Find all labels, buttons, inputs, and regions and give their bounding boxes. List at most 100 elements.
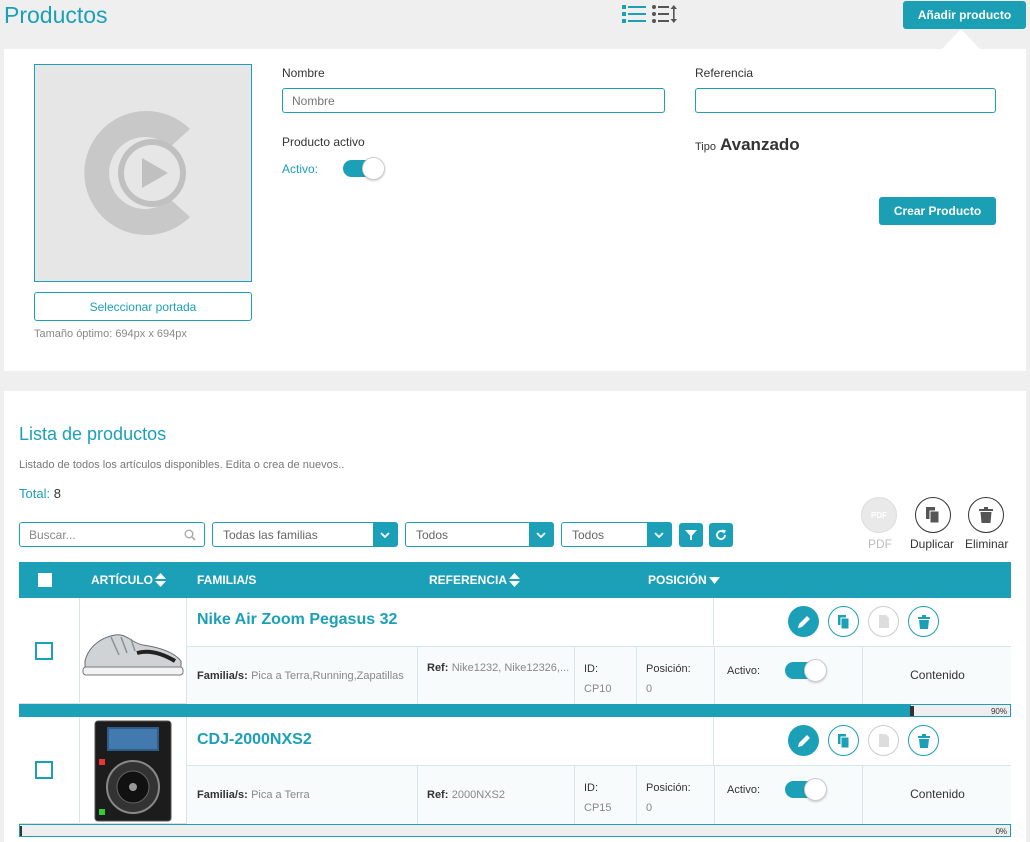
row-actions [713,717,1011,765]
progress-percent: 0% [995,827,1007,836]
total-count: Total: 8 [19,486,61,501]
type-value: Avanzado [720,135,800,154]
sort-view-icon[interactable] [652,4,678,27]
search-input[interactable]: Buscar... [19,522,205,547]
edit-button[interactable] [788,606,819,637]
cover-image[interactable] [34,64,252,282]
duplicate-icon [837,733,849,748]
document-icon [878,615,889,628]
content-button[interactable]: Contenido [863,668,1012,682]
duplicate-icon [926,507,940,523]
name-label: Nombre [282,66,325,80]
position-info: Posición: 0 [646,663,691,695]
select-all-checkbox[interactable] [36,571,54,589]
progress-bar: 0% [19,824,1011,837]
row-active-toggle[interactable] [785,778,827,801]
chevron-down-icon [529,523,553,546]
product-name-cell: Nike Air Zoom Pegasus 32 [186,598,713,646]
family-info: Familia/s: Pica a Terra,Running,Zapatill… [197,670,404,682]
cover-size-hint: Tamaño óptimo: 694px x 694px [34,328,187,340]
duplicate-icon [837,614,849,629]
pdf-icon: PDF [871,510,887,520]
refresh-button[interactable] [709,523,733,547]
shoe-image [82,634,184,676]
pdf-row-button[interactable] [868,725,899,756]
duplicate-button[interactable] [915,497,951,533]
create-product-button[interactable]: Crear Producto [879,197,996,225]
table-header: ARTÍCULO FAMILIA/S REFERENCIA POSICIÓN [19,562,1011,598]
page-title: Productos [4,2,108,28]
list-subtitle: Listado de todos los artículos disponibl… [19,459,345,471]
filter-icon [685,530,697,540]
product-thumbnail[interactable] [79,598,186,704]
search-icon [184,529,196,541]
row-checkbox[interactable] [35,642,53,660]
delete-row-button[interactable] [908,606,939,637]
duplicate-label: Duplicar [910,537,955,551]
edit-button[interactable] [788,725,819,756]
pdf-row-button[interactable] [868,606,899,637]
column-familia: FAMILIA/S [197,573,257,587]
list-view-icon[interactable] [622,4,646,27]
row-active-toggle[interactable] [785,659,827,682]
sort-icon [155,573,166,587]
view-toggle [622,4,678,27]
status-filter-select[interactable]: Todos [405,522,554,547]
table-row: Nike Air Zoom Pegasus 32 Familia/s: Pica… [19,598,1012,705]
type-label: Tipo [695,141,716,153]
active-toggle[interactable] [343,157,385,180]
product-details: Familia/s: Pica a Terra Ref: 2000NXS2 ID… [186,765,1012,825]
row-checkbox[interactable] [35,761,53,779]
dj-controller-image [94,720,172,821]
product-name[interactable]: CDJ-2000NXS2 [197,731,312,749]
pdf-label: PDF [868,537,892,551]
table-row: CDJ-2000NXS2 Familia/s: Pica a Terra Ref… [19,717,1012,825]
column-articulo[interactable]: ARTÍCULO [91,573,166,587]
column-posicion[interactable]: POSICIÓN [648,573,720,587]
select-cover-button[interactable]: Seleccionar portada [34,292,252,321]
product-name[interactable]: Nike Air Zoom Pegasus 32 [197,611,397,629]
duplicate-row-button[interactable] [828,725,859,756]
product-thumbnail[interactable] [79,717,186,824]
document-icon [878,734,889,747]
id-info: ID: CP10 [584,663,612,695]
reference-input[interactable] [695,88,996,113]
reference-label: Referencia [695,66,754,80]
column-referencia[interactable]: REFERENCIA [429,573,521,587]
delete-button[interactable] [968,497,1004,533]
add-product-button[interactable]: Añadir producto [903,1,1026,29]
trash-icon [917,614,930,629]
type-field: Tipo Avanzado [695,135,800,155]
family-info: Familia/s: Pica a Terra [197,789,310,801]
list-title: Lista de productos [19,424,167,444]
refresh-icon [716,529,726,540]
delete-label: Eliminar [965,537,1009,551]
pencil-icon [797,615,810,628]
row-active-label: Activo: [727,784,761,796]
active-product-label: Producto activo [282,135,365,149]
row-active-label: Activo: [727,665,761,677]
trash-icon [979,507,993,523]
duplicate-row-button[interactable] [828,606,859,637]
dropdown-caret [942,29,980,49]
sort-down-icon [708,576,720,584]
family-filter-select[interactable]: Todas las familias [212,522,398,547]
placeholder-logo-icon [84,111,190,235]
type-filter-select[interactable]: Todos [561,522,672,547]
pdf-button[interactable]: PDF [861,497,897,533]
pencil-icon [797,734,810,747]
product-name-cell: CDJ-2000NXS2 [186,717,713,765]
content-button[interactable]: Contenido [863,787,1012,801]
delete-row-button[interactable] [908,725,939,756]
trash-icon [917,733,930,748]
progress-percent: 90% [990,707,1007,716]
chevron-down-icon [647,523,671,546]
filter-button[interactable] [679,523,703,547]
name-input[interactable] [282,88,665,113]
id-info: ID: CP15 [584,782,612,814]
active-sub-label: Activo: [282,162,319,176]
row-actions [713,598,1011,646]
reference-info: Ref: 2000NXS2 [427,789,505,801]
sort-icon [509,573,521,587]
reference-info: Ref: Nike1232, Nike12326,... [427,662,570,674]
